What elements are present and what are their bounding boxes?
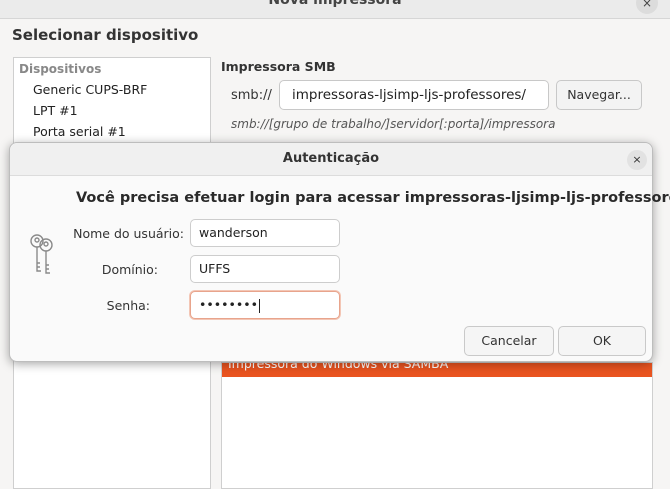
text-caret	[258, 298, 260, 313]
domain-input[interactable]: UFFS	[190, 255, 340, 283]
device-item-generic-cups-brf[interactable]: Generic CUPS-BRF	[33, 82, 147, 97]
dialog-close-icon[interactable]: ×	[627, 150, 647, 170]
username-input[interactable]: wanderson	[190, 219, 340, 247]
login-required-message: Você precisa efetuar login para acessar …	[76, 190, 670, 206]
device-item-lpt1[interactable]: LPT #1	[33, 103, 78, 118]
username-label: Nome do usuário:	[73, 226, 184, 241]
smb-uri-input[interactable]: impressoras-ljsimp-ljs-professores/	[279, 80, 549, 110]
ok-button[interactable]: OK	[558, 326, 646, 356]
select-device-heading: Selecionar dispositivo	[12, 26, 199, 44]
password-input[interactable]: ••••••••	[190, 291, 340, 319]
background-window-title: Nova impressora	[268, 0, 402, 8]
authentication-dialog: Autenticação × Você precisa efetuar logi…	[9, 142, 670, 362]
domain-label: Domínio:	[101, 262, 158, 277]
connection-item-selected[interactable]: Impressora do Windows via SAMBA	[222, 363, 652, 377]
devices-list-header: Dispositivos	[19, 62, 102, 76]
smb-printer-title: Impressora SMB	[221, 59, 336, 74]
cancel-button[interactable]: Cancelar	[464, 326, 554, 356]
password-masked-value: ••••••••	[199, 297, 258, 312]
smb-prefix-label: smb://	[231, 88, 272, 103]
browse-button[interactable]: Navegar...	[556, 80, 642, 110]
dialog-titlebar: Autenticação ×	[10, 143, 652, 176]
background-window-titlebar: Nova impressora ×	[0, 0, 670, 19]
smb-uri-hint: smb://[grupo de trabalho/]servidor[:port…	[231, 117, 556, 131]
dialog-title: Autenticação	[282, 151, 380, 166]
background-close-icon[interactable]: ×	[636, 0, 658, 14]
connection-list[interactable]: Impressora do Windows via SAMBA	[221, 362, 653, 489]
device-item-serial-port1[interactable]: Porta serial #1	[33, 124, 126, 139]
password-label: Senha:	[106, 298, 150, 313]
